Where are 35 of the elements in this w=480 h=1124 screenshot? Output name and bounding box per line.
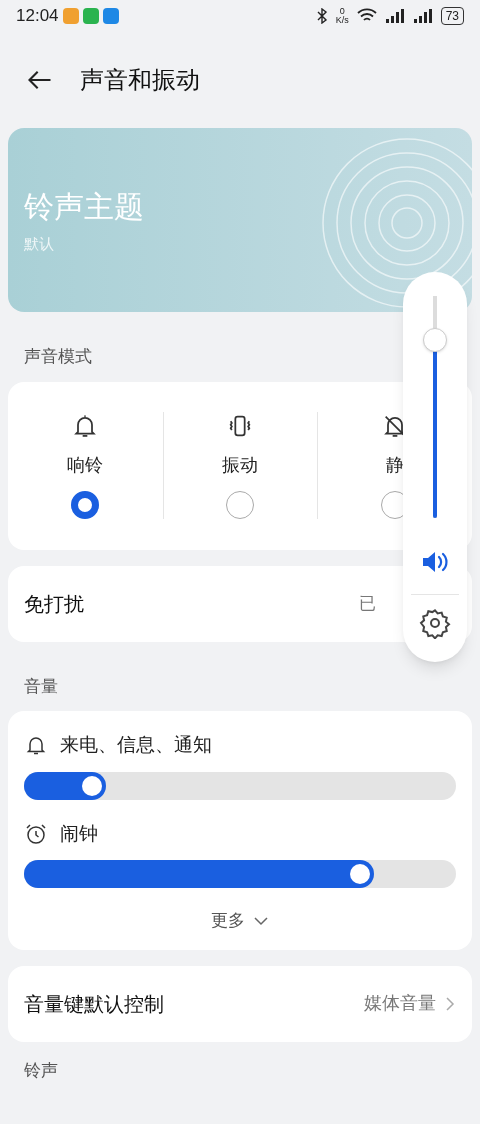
page-title: 声音和振动 (80, 65, 200, 95)
sound-rings-icon (322, 138, 472, 308)
volume-slider-track[interactable] (24, 771, 456, 800)
row-label: 免打扰 (24, 591, 84, 617)
mode-radio[interactable] (71, 491, 100, 519)
more-button[interactable]: 更多 (211, 908, 269, 934)
mode-label: 振动 (222, 454, 259, 477)
section-label: 声音模式 (24, 346, 92, 368)
banner-subtitle: 默认 (24, 234, 55, 255)
chat-app-icon (82, 8, 99, 24)
volume-label: 闹钟 (60, 821, 98, 846)
signal-icon (384, 8, 405, 24)
row-label: 音量键默认控制 (24, 991, 164, 1017)
status-time: 12:04 (16, 5, 59, 28)
mode-label: 静 (386, 454, 405, 477)
battery-indicator: 73 (440, 7, 464, 25)
message-app-icon (102, 8, 119, 24)
row-value: 已 (359, 592, 376, 615)
section-label: 音量 (24, 675, 58, 698)
net-speed-value: 0 (339, 7, 345, 16)
mode-label: 响铃 (67, 454, 104, 477)
banner-title: 铃声主题 (24, 189, 145, 226)
volume-label: 来电、信息、通知 (60, 733, 212, 757)
section-label: 铃声 (24, 1059, 58, 1082)
bluetooth-icon (315, 8, 328, 24)
app-notification-icon (62, 8, 79, 24)
volume-slider-track[interactable] (24, 860, 456, 888)
popup-slider-thumb[interactable] (423, 328, 447, 353)
volume-key-control-row[interactable]: 音量键默认控制 媒体音量 (8, 965, 472, 1042)
chevron-right-icon (444, 995, 456, 1012)
settings-icon[interactable] (419, 607, 451, 639)
net-speed-unit: K/s (335, 16, 349, 25)
signal-icon (412, 8, 433, 24)
alarm-clock-icon (24, 821, 48, 846)
row-value: 媒体音量 (364, 992, 436, 1015)
